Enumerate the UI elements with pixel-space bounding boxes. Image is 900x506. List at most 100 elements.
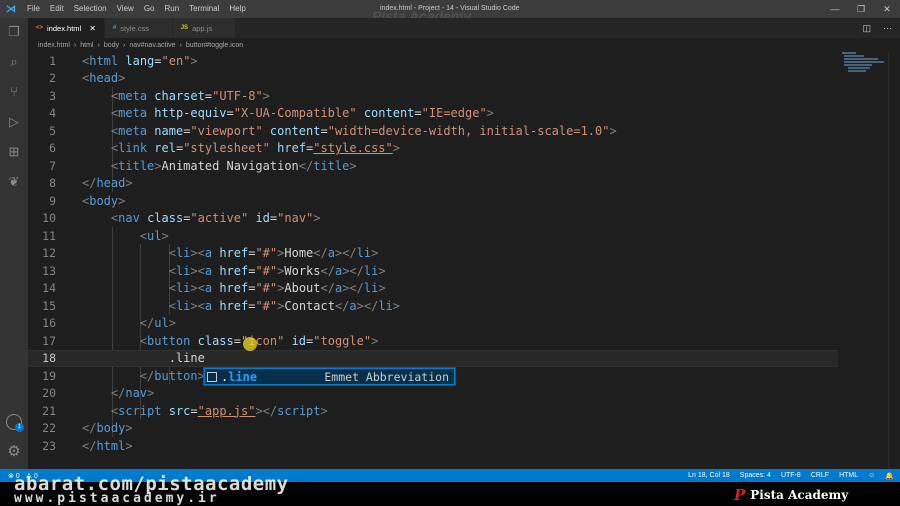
chevron-right-icon: › xyxy=(73,41,77,49)
code-line: 6 <link rel="stylesheet" href="style.css… xyxy=(28,140,838,158)
code-line: 10 <nav class="active" id="nav"> xyxy=(28,210,838,228)
suggestion-detail: Emmet Abbreviation xyxy=(324,369,449,384)
code-line: 20 </nav> xyxy=(28,385,838,403)
line-number: 15 xyxy=(42,298,56,313)
editor-tabs: <> index.html ✕ # style.css ✕ JS app.js … xyxy=(28,18,900,38)
line-number: 9 xyxy=(49,193,56,208)
tab-style-css[interactable]: # style.css ✕ xyxy=(104,18,173,38)
vertical-scrollbar[interactable] xyxy=(888,52,900,469)
line-number: 3 xyxy=(49,88,56,103)
line-number: 18 xyxy=(42,351,56,366)
line-number: 13 xyxy=(42,263,56,278)
line-number: 17 xyxy=(42,333,56,348)
line-number: 23 xyxy=(42,438,56,453)
code-text: <ul> xyxy=(139,228,169,243)
tab-app-js[interactable]: JS app.js ✕ xyxy=(172,18,236,38)
code-line: 5 <meta name="viewport" content="width=d… xyxy=(28,122,838,140)
extensions-icon[interactable]: ⊞ xyxy=(6,144,22,160)
gear-icon[interactable]: ⚙ xyxy=(6,444,22,460)
menu-help[interactable]: Help xyxy=(224,0,250,18)
close-icon[interactable]: ✕ xyxy=(89,24,96,33)
indentation[interactable]: Spaces: 4 xyxy=(740,472,771,480)
menu-file[interactable]: File xyxy=(22,0,45,18)
code-text: <li><a href="#">Home</a></li> xyxy=(168,246,379,261)
code-editor[interactable]: 1 <html lang="en"> 2 <head> 3 <meta charse… xyxy=(28,52,900,469)
minimap-line xyxy=(844,61,884,63)
feedback-icon[interactable]: ☺ xyxy=(868,472,875,480)
code-text: <head> xyxy=(82,71,126,86)
line-number: 5 xyxy=(49,123,56,138)
code-line: 21 <script src="app.js"></script> xyxy=(28,402,838,420)
menu-view[interactable]: View xyxy=(112,0,139,18)
code-text: <link rel="stylesheet" href="style.css"> xyxy=(110,141,400,156)
code-text: <meta name="viewport" content="width=dev… xyxy=(110,123,617,138)
notifications-bell-icon[interactable]: 🔔 xyxy=(885,472,894,480)
encoding[interactable]: UTF-8 xyxy=(781,472,801,480)
mouse-cursor-highlight xyxy=(243,337,257,351)
breadcrumb-item[interactable]: button#toggle.icon xyxy=(186,42,243,49)
line-number: 12 xyxy=(42,246,56,261)
code-text: <button class="icon" id="toggle"> xyxy=(139,333,379,348)
breadcrumb-item[interactable]: index.html xyxy=(38,42,70,49)
tab-actions: ◫ ··· xyxy=(862,18,892,38)
line-number: 20 xyxy=(42,386,56,401)
code-text: </html> xyxy=(82,438,133,453)
breadcrumb-item[interactable]: nav#nav.active xyxy=(129,42,175,49)
minimap-line xyxy=(842,52,856,54)
minimap-line xyxy=(848,67,870,69)
remote-leaf-icon[interactable]: ❦ xyxy=(6,174,22,190)
window-controls: — ❐ ✕ xyxy=(822,0,900,18)
menu-terminal[interactable]: Terminal xyxy=(184,0,224,18)
emmet-suggestion-widget[interactable]: .line Emmet Abbreviation xyxy=(203,367,456,386)
code-text: <script src="app.js"></script> xyxy=(110,403,328,418)
line-number: 16 xyxy=(42,316,56,331)
chevron-right-icon: › xyxy=(97,41,100,49)
minimize-button[interactable]: — xyxy=(822,0,848,18)
code-text: </body> xyxy=(82,421,133,436)
line-number: 10 xyxy=(42,211,56,226)
maximize-button[interactable]: ❐ xyxy=(848,0,874,18)
source-control-icon[interactable]: ⑂ xyxy=(6,84,22,100)
line-ending[interactable]: CRLF xyxy=(811,472,829,480)
breadcrumb-item[interactable]: html xyxy=(80,42,93,49)
minimap-line xyxy=(844,58,878,60)
minimap-line xyxy=(844,55,864,57)
line-number: 14 xyxy=(42,281,56,296)
menu-go[interactable]: Go xyxy=(139,0,160,18)
code-line: 7 <title>Animated Navigation</title> xyxy=(28,157,838,175)
code-line: 1 <html lang="en"> xyxy=(28,52,838,70)
code-line: 4 <meta http-equiv="X-UA-Compatible" con… xyxy=(28,105,838,123)
more-actions-icon[interactable]: ··· xyxy=(883,18,892,38)
breadcrumb-item[interactable]: body xyxy=(104,42,119,49)
code-text: <title>Animated Navigation</title> xyxy=(110,158,357,173)
js-file-icon: JS xyxy=(180,25,189,31)
line-number: 7 xyxy=(49,158,56,173)
cursor-position[interactable]: Ln 18, Col 18 xyxy=(688,472,730,480)
code-text: <body> xyxy=(82,193,126,208)
brand-watermark: P Pista Academy xyxy=(734,486,848,504)
menu-run[interactable]: Run xyxy=(159,0,184,18)
code-line: 15 <li><a href="#">Contact</a></li> xyxy=(28,297,838,315)
code-text: <nav class="active" id="nav"> xyxy=(110,211,321,226)
menu-edit[interactable]: Edit xyxy=(45,0,69,18)
css-file-icon: # xyxy=(112,25,117,31)
menu-selection[interactable]: Selection xyxy=(69,0,112,18)
vscode-logo-icon: ⋊ xyxy=(6,3,16,15)
search-icon[interactable]: ⌕ xyxy=(6,54,22,70)
code-line: 13 <li><a href="#">Works</a></li> xyxy=(28,262,838,280)
activity-bar: ❐ ⌕ ⑂ ▷ ⊞ ❦ xyxy=(0,18,28,469)
code-line: 9 <body> xyxy=(28,192,838,210)
minimap[interactable] xyxy=(840,52,888,82)
minimap-line xyxy=(844,64,872,66)
explorer-icon[interactable]: ❐ xyxy=(6,24,22,40)
line-number: 2 xyxy=(49,71,56,86)
url-watermark: abarat.com/pistaacademy www.pistaacademy… xyxy=(14,473,289,506)
tab-index-html[interactable]: <> index.html ✕ xyxy=(28,18,105,38)
code-line: 3 <meta charset="UTF-8"> xyxy=(28,87,838,105)
split-editor-icon[interactable]: ◫ xyxy=(862,18,871,38)
code-text: </ul> xyxy=(139,316,176,331)
suggestion-label[interactable]: .line xyxy=(221,370,257,384)
run-debug-icon[interactable]: ▷ xyxy=(6,114,22,130)
close-window-button[interactable]: ✕ xyxy=(874,0,900,18)
language-mode[interactable]: HTML xyxy=(839,472,858,480)
